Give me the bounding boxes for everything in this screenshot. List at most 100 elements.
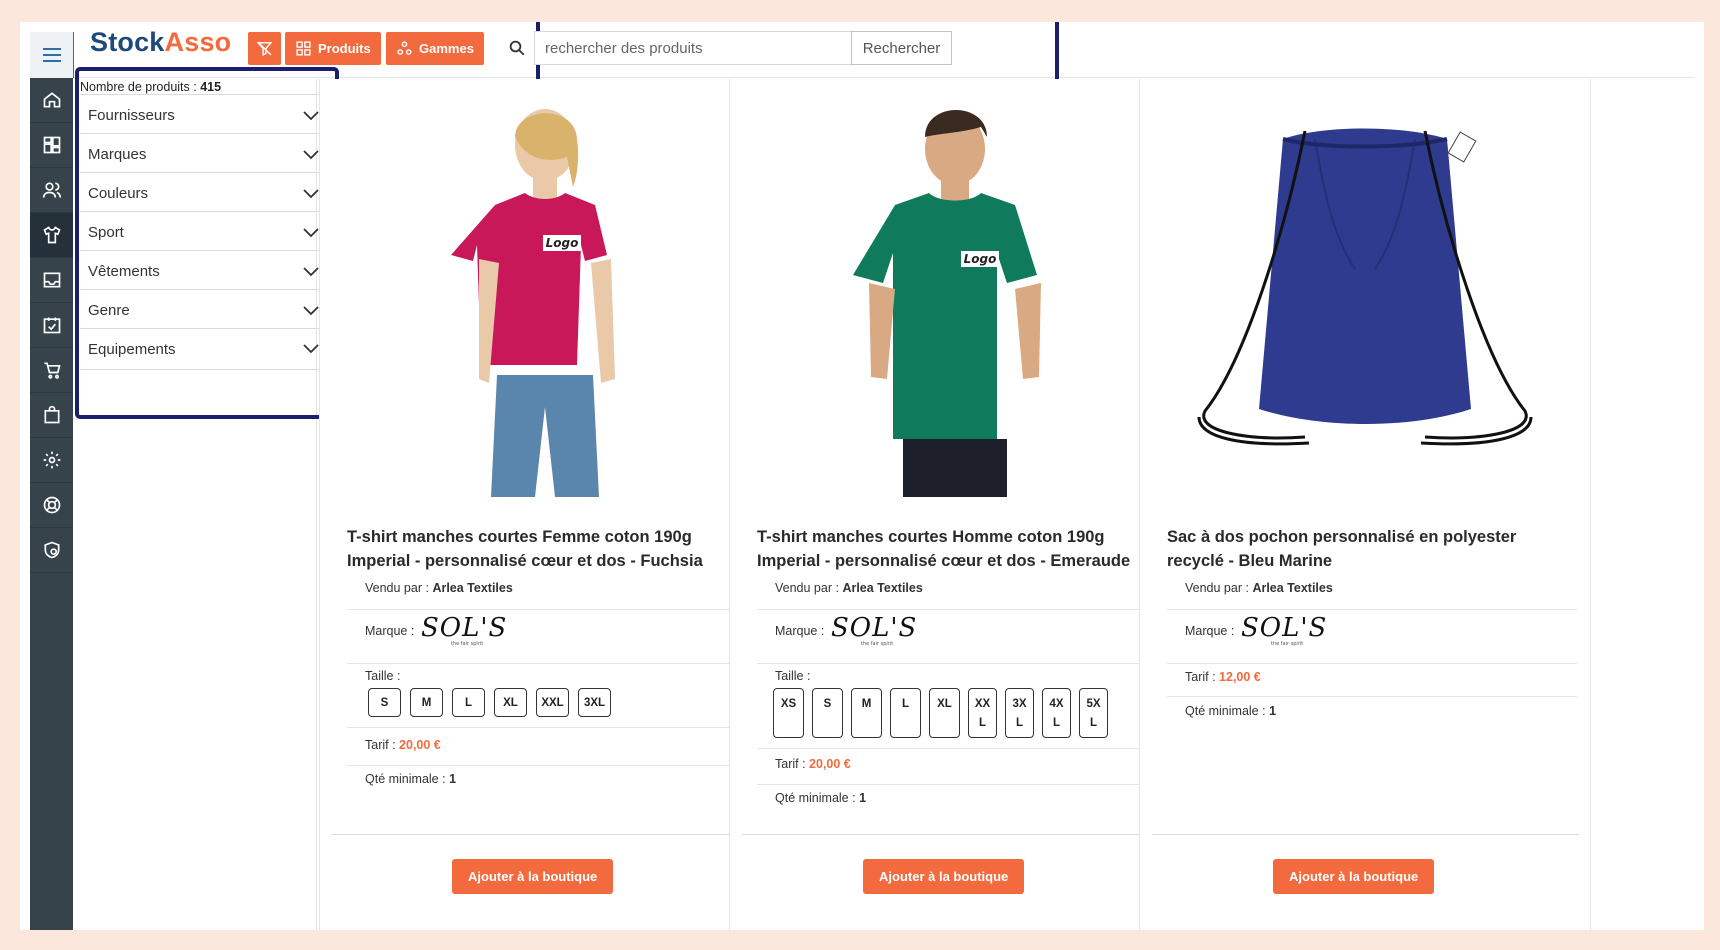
filter-gender[interactable]: Genre [80,289,330,331]
product-image[interactable] [1140,87,1589,507]
size-option[interactable]: XX L [968,688,997,738]
products-button-label: Produits [318,41,371,56]
menu-toggle[interactable] [30,32,73,78]
size-option[interactable]: XL [929,688,960,738]
brand-logo-tagline: the fair spirit [861,641,894,647]
divider [757,784,1167,785]
divider [347,727,757,728]
nav-cart[interactable] [30,348,73,393]
logo-text-stock: Stock [90,27,165,57]
add-to-shop-button[interactable]: Ajouter à la boutique [1273,859,1435,894]
size-label: Taille : [775,669,811,683]
size-option[interactable]: 5X L [1079,688,1108,738]
size-option[interactable]: 3XL [1005,688,1034,738]
filter-equipment[interactable]: Equipements [80,328,330,370]
size-option[interactable]: 3XL [578,688,611,717]
nav-planning[interactable] [30,303,73,348]
brand-logo-text: SOL'S [831,613,918,643]
filter-label: Couleurs [88,185,149,202]
price-label: Tarif : [775,757,806,771]
size-option-part: L [1089,717,1098,729]
divider [347,663,757,664]
divider [332,834,759,835]
sols-brand-logo[interactable]: SOL'S the fair spirit [831,613,918,647]
divider [757,663,1167,664]
search-input[interactable] [534,31,888,65]
size-option[interactable]: XXL [536,688,569,717]
filter-colors[interactable]: Couleurs [80,172,330,214]
price-label: Tarif : [365,738,396,752]
chevron-down-icon [303,227,319,237]
filter-suppliers[interactable]: Fournisseurs [80,94,330,136]
price-value: 20,00 € [809,757,851,771]
ranges-button[interactable]: Gammes [386,32,484,65]
divider [347,609,757,610]
size-option[interactable]: XS [773,688,804,738]
products-button[interactable]: Produits [285,32,381,65]
search-icon-button[interactable] [497,31,537,65]
clear-filters-button[interactable] [248,32,281,65]
logo-print: Logo [963,252,996,266]
grid-icon [296,41,311,56]
seller-label: Vendu par : [775,581,839,595]
size-option[interactable]: L [452,688,485,717]
nav-security[interactable] [30,528,73,573]
seller-label: Vendu par : [365,581,429,595]
brand-logo-tagline: the fair spirit [1271,641,1304,647]
nav-rail [30,32,73,930]
size-option-part: L [1052,717,1061,729]
brand-label: Marque : [1185,624,1235,638]
add-to-shop-button[interactable]: Ajouter à la boutique [863,859,1025,894]
product-image[interactable]: Logo [320,87,769,507]
nav-home[interactable] [30,78,73,123]
nav-inbox[interactable] [30,258,73,303]
support-icon [43,496,60,514]
nav-dashboard[interactable] [30,123,73,168]
product-min-qty: Qté minimale : 1 [775,791,866,805]
size-option[interactable]: 4X L [1042,688,1071,738]
size-option[interactable]: L [890,688,921,738]
price-value: 12,00 € [1219,670,1261,684]
size-option-part: XX [974,698,991,710]
filter-sport[interactable]: Sport [80,211,330,253]
search-button[interactable]: Rechercher [851,31,952,65]
min-qty-label: Qté minimale : [365,772,446,786]
min-qty-label: Qté minimale : [1185,704,1266,718]
product-image[interactable]: Logo [730,87,1179,507]
nav-support[interactable] [30,483,73,528]
seller-name[interactable]: Arlea Textiles [1252,581,1332,595]
size-option[interactable]: M [851,688,882,738]
sols-brand-logo[interactable]: SOL'S the fair spirit [421,613,507,647]
filter-brands[interactable]: Marques [80,133,330,175]
search-icon [509,40,525,56]
size-option[interactable]: XL [494,688,527,717]
add-to-shop-button[interactable]: Ajouter à la boutique [452,859,614,894]
product-title[interactable]: Sac à dos pochon personnalisé en polyest… [1167,525,1577,573]
filter-clothing[interactable]: Vêtements [80,250,330,292]
size-option[interactable]: M [410,688,443,717]
filter-off-icon [256,41,273,57]
product-title[interactable]: T-shirt manches courtes Femme coton 190g… [347,525,757,573]
settings-icon [43,451,60,469]
size-option-part: 5X [1086,698,1101,710]
nav-orders[interactable] [30,393,73,438]
sols-brand-logo[interactable]: SOL'S the fair spirit [1241,613,1327,647]
size-option-part: L [978,717,987,729]
nav-products[interactable] [30,213,73,258]
nav-users[interactable] [30,168,73,213]
size-list: XS S M L XL XX L 3X L 4X L 5X L [773,688,1108,738]
logo-divider [73,32,74,78]
product-card: Logo T-shirt manches courtes Homme coton… [729,79,1180,930]
size-option[interactable]: S [368,688,401,717]
size-option[interactable]: S [812,688,843,738]
drawstring-bag-image [1197,128,1532,446]
app-logo[interactable]: StockAsso [90,27,231,58]
product-title[interactable]: T-shirt manches courtes Homme coton 190g… [757,525,1167,573]
divider [1167,609,1577,610]
seller-name[interactable]: Arlea Textiles [432,581,512,595]
tshirt-icon [42,226,61,244]
nav-settings[interactable] [30,438,73,483]
seller-name[interactable]: Arlea Textiles [842,581,922,595]
filter-label: Genre [88,302,130,319]
users-icon [42,182,61,198]
